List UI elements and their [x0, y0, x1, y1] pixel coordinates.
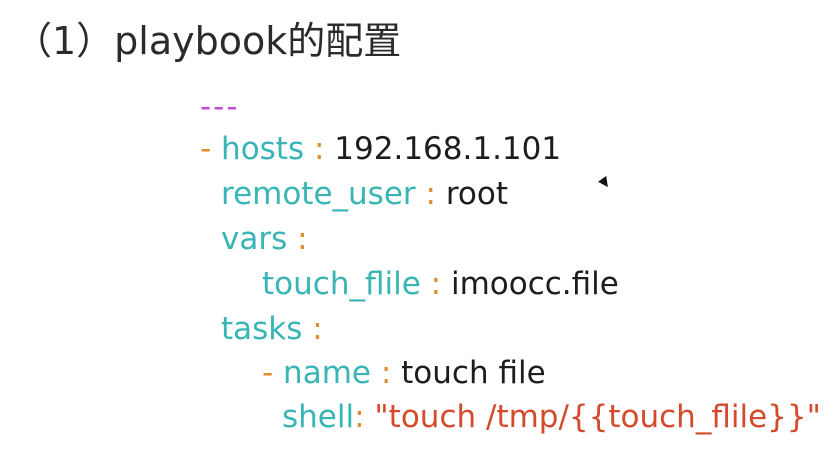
key-vars: vars — [221, 221, 288, 257]
key-tasks: tasks — [221, 311, 303, 347]
colon: : — [354, 399, 365, 435]
key-touch-flile: touch_flile — [262, 266, 421, 302]
value-task-name: touch file — [401, 355, 546, 391]
yaml-line-shell: shell: "touch /tmp/{{touch_flile}}" — [282, 402, 821, 433]
value-remote-user: root — [445, 176, 508, 212]
key-remote-user: remote_user — [221, 176, 416, 212]
value-shell-command: "touch /tmp/{{touch_flile}}" — [374, 399, 821, 435]
colon: : — [425, 176, 436, 212]
yaml-code-block: --- - hosts : 192.168.1.101 remote_user … — [0, 0, 835, 474]
list-dash: - — [262, 355, 274, 391]
yaml-line-remote-user: remote_user : root — [221, 179, 508, 210]
key-shell: shell — [282, 399, 355, 435]
colon: : — [297, 221, 308, 257]
yaml-line-touch-file-var: touch_flile : imoocc.file — [262, 269, 619, 300]
yaml-line-task-name: - name : touch file — [262, 358, 546, 389]
colon: : — [313, 131, 325, 167]
yaml-line-hosts: - hosts : 192.168.1.101 — [200, 134, 561, 165]
list-dash: - — [200, 131, 212, 167]
value-hosts: 192.168.1.101 — [334, 131, 562, 167]
yaml-line-vars: vars : — [221, 224, 308, 255]
key-hosts: hosts — [221, 131, 305, 167]
key-name: name — [283, 355, 371, 391]
colon: : — [312, 311, 323, 347]
value-touch-flile: imoocc.file — [450, 266, 619, 302]
colon: : — [430, 266, 442, 302]
colon: : — [380, 355, 392, 391]
yaml-line-tasks: tasks : — [221, 314, 323, 345]
yaml-doc-start: --- — [200, 89, 240, 125]
